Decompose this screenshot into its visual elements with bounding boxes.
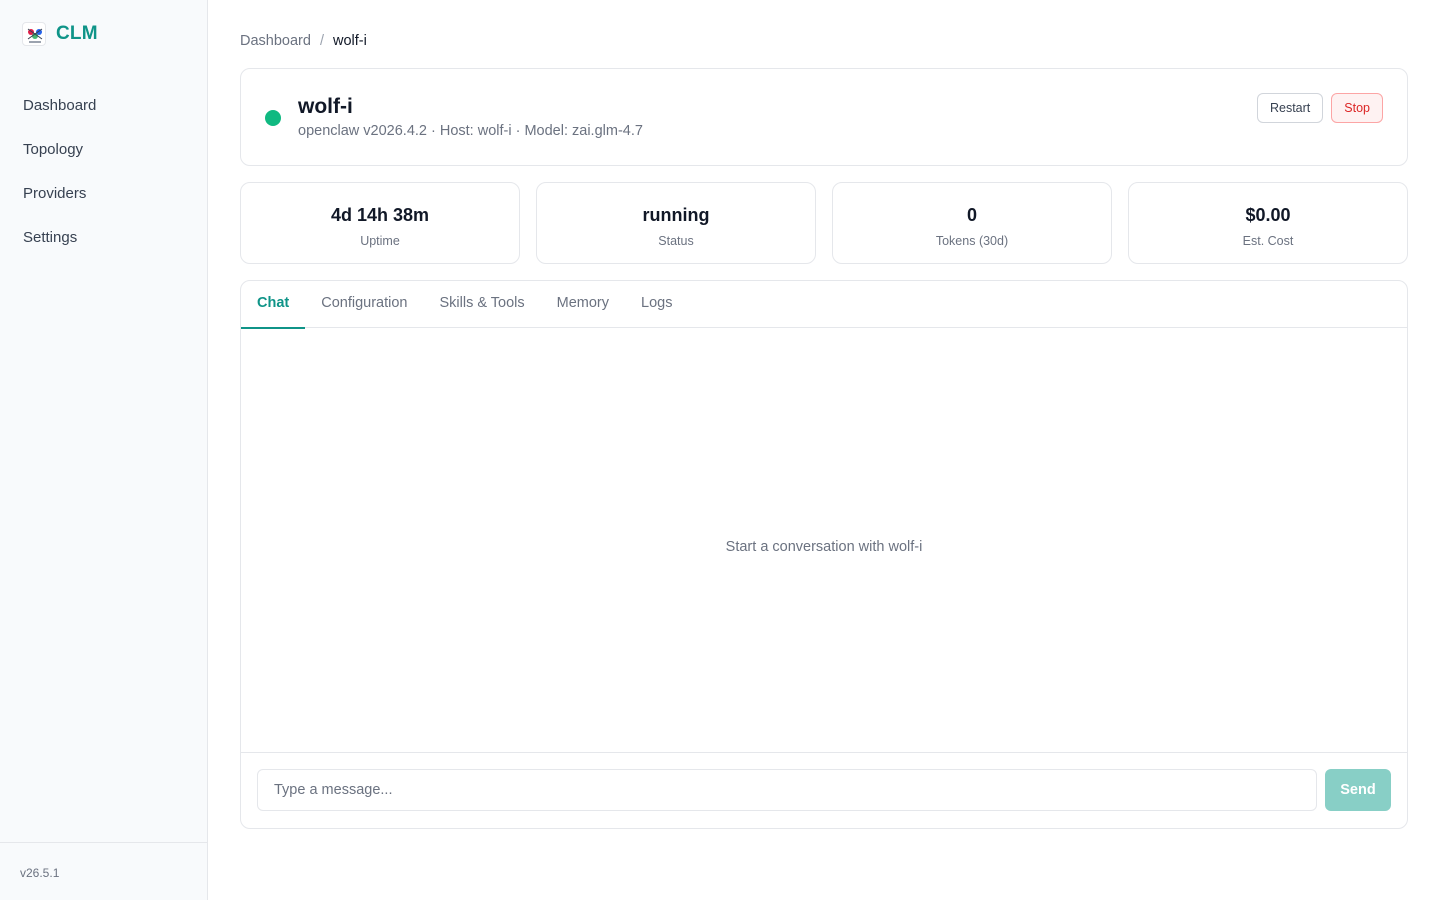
chat-composer: Send — [241, 752, 1407, 828]
stat-value: $0.00 — [1245, 205, 1291, 225]
stat-label: Status — [658, 234, 694, 248]
stat-value: 4d 14h 38m — [330, 205, 430, 225]
tab-configuration[interactable]: Configuration — [305, 281, 423, 328]
send-button[interactable]: Send — [1325, 769, 1391, 811]
breadcrumb: Dashboard / wolf-i — [240, 33, 367, 49]
agent-meta: openclaw v2026.4.2 · Host: wolf-i · Mode… — [298, 123, 643, 139]
restart-button[interactable]: Restart — [1256, 93, 1324, 123]
breadcrumb-dashboard-link[interactable]: Dashboard — [240, 33, 311, 49]
brand[interactable]: CLM — [22, 22, 98, 46]
stat-label: Est. Cost — [1242, 234, 1294, 248]
tab-skills-tools[interactable]: Skills & Tools — [423, 281, 540, 328]
logo-icon — [22, 22, 46, 46]
sidebar-item-topology[interactable]: Topology — [0, 128, 207, 172]
breadcrumb-current: wolf-i — [332, 33, 367, 49]
stat-card-status: running Status — [536, 182, 816, 264]
agent-panel: Chat Configuration Skills & Tools Memory… — [240, 280, 1408, 829]
chat-empty-text: Start a conversation with wolf-i — [725, 539, 923, 555]
tab-logs[interactable]: Logs — [625, 281, 688, 328]
stat-value: 0 — [966, 205, 977, 225]
agent-actions: Restart Stop — [1256, 93, 1383, 123]
tab-chat[interactable]: Chat — [241, 281, 306, 329]
sidebar-item-providers[interactable]: Providers — [0, 172, 207, 216]
tab-bar: Chat Configuration Skills & Tools Memory… — [241, 281, 1407, 329]
tab-memory[interactable]: Memory — [541, 281, 625, 328]
brand-name: CLM — [56, 23, 98, 44]
sidebar-item-dashboard[interactable]: Dashboard — [0, 84, 207, 128]
status-dot-icon — [265, 110, 281, 126]
stat-card-tokens: 0 Tokens (30d) — [832, 182, 1112, 264]
sidebar-item-settings[interactable]: Settings — [0, 216, 207, 260]
stat-label: Uptime — [360, 234, 400, 248]
stat-card-cost: $0.00 Est. Cost — [1128, 182, 1408, 264]
stat-label: Tokens (30d) — [935, 234, 1009, 248]
agent-name: wolf-i — [298, 95, 353, 118]
stat-card-uptime: 4d 14h 38m Uptime — [240, 182, 520, 264]
breadcrumb-separator: / — [319, 33, 324, 49]
sidebar-footer: v26.5.1 — [0, 842, 207, 900]
sidebar-nav: Dashboard Topology Providers Settings — [0, 84, 207, 260]
app-version: v26.5.1 — [20, 866, 60, 880]
sidebar: CLM Dashboard Topology Providers Setting… — [0, 0, 208, 900]
agent-header-card: wolf-i openclaw v2026.4.2 · Host: wolf-i… — [240, 68, 1408, 166]
chat-empty-state: Start a conversation with wolf-i — [241, 328, 1407, 754]
message-input[interactable] — [257, 769, 1317, 811]
stop-button[interactable]: Stop — [1331, 93, 1383, 123]
stat-value: running — [642, 205, 710, 225]
stats-row: 4d 14h 38m Uptime running Status 0 Token… — [240, 182, 1408, 264]
